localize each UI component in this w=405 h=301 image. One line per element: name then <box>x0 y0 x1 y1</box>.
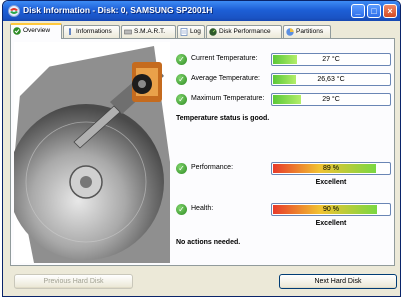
hard-disk-image <box>14 42 170 263</box>
disk-information-window: Disk Information - Disk: 0, SAMSUNG SP20… <box>2 0 401 297</box>
tab-smart[interactable]: S.M.A.R.T. <box>121 25 176 38</box>
health-row: ✓ Health: 90 % <box>176 203 392 217</box>
check-icon <box>13 27 21 35</box>
tab-disk-performance[interactable]: Disk Performance <box>206 25 282 38</box>
window-title: Disk Information - Disk: 0, SAMSUNG SP20… <box>23 5 213 15</box>
performance-value: 89 % <box>323 165 339 172</box>
temperature-status: Temperature status is good. <box>176 115 270 122</box>
tab-label: Disk Performance <box>219 28 271 35</box>
average-temperature-value: 26,63 °C <box>317 76 345 83</box>
tab-informations[interactable]: Informations <box>63 25 120 38</box>
tab-label: Partitions <box>296 28 324 35</box>
drive-icon <box>124 29 132 35</box>
title-bar[interactable]: Disk Information - Disk: 0, SAMSUNG SP20… <box>3 1 400 21</box>
status-ok-icon: ✓ <box>176 74 187 85</box>
status-ok-icon: ✓ <box>176 204 187 215</box>
app-icon <box>8 5 20 17</box>
info-icon <box>69 28 71 35</box>
average-temperature-bar: 26,63 °C <box>271 73 391 86</box>
maximum-temperature-bar: 29 °C <box>271 93 391 106</box>
maximize-button[interactable]: □ <box>367 4 381 18</box>
average-temperature-label: Average Temperature: <box>191 75 261 82</box>
tab-label: S.M.A.R.T. <box>134 28 166 35</box>
next-hard-disk-button[interactable]: Next Hard Disk <box>279 274 397 289</box>
performance-bar: 89 % <box>271 162 391 175</box>
overview-panel: ✓ Current Temperature: 27 °C ✓ Average T… <box>10 38 395 266</box>
previous-hard-disk-button[interactable]: Previous Hard Disk <box>14 274 133 289</box>
maximum-temperature-label: Maximum Temperature: <box>191 95 265 102</box>
health-value: 90 % <box>323 206 339 213</box>
status-ok-icon: ✓ <box>176 94 187 105</box>
tab-label: Informations <box>76 28 112 35</box>
tab-strip: Overview Informations S.M.A.R.T. Log Dis… <box>10 23 394 39</box>
performance-verdict: Excellent <box>315 179 347 186</box>
health-verdict: Excellent <box>315 220 347 227</box>
health-bar: 90 % <box>271 203 391 216</box>
maximum-temperature-row: ✓ Maximum Temperature: 29 °C <box>176 93 392 107</box>
status-ok-icon: ✓ <box>176 54 187 65</box>
current-temperature-bar: 27 °C <box>271 53 391 66</box>
tab-partitions[interactable]: Partitions <box>283 25 331 38</box>
tab-overview[interactable]: Overview <box>10 23 62 39</box>
current-temperature-value: 27 °C <box>322 56 340 63</box>
log-icon <box>180 28 188 36</box>
tab-label: Overview <box>23 27 51 34</box>
close-button[interactable]: × <box>383 4 397 18</box>
performance-label: Performance: <box>191 164 234 171</box>
minimize-button[interactable]: _ <box>351 4 365 18</box>
average-temperature-row: ✓ Average Temperature: 26,63 °C <box>176 73 392 87</box>
maximum-temperature-value: 29 °C <box>322 96 340 103</box>
health-label: Health: <box>191 205 214 212</box>
tab-label: Log <box>190 28 201 35</box>
pie-icon <box>286 28 294 36</box>
actions-status: No actions needed. <box>176 239 241 246</box>
performance-row: ✓ Performance: 89 % <box>176 162 392 176</box>
status-ok-icon: ✓ <box>176 163 187 174</box>
gauge-icon <box>209 28 217 36</box>
current-temperature-row: ✓ Current Temperature: 27 °C <box>176 53 392 67</box>
tab-log[interactable]: Log <box>177 25 205 38</box>
current-temperature-label: Current Temperature: <box>191 55 258 62</box>
